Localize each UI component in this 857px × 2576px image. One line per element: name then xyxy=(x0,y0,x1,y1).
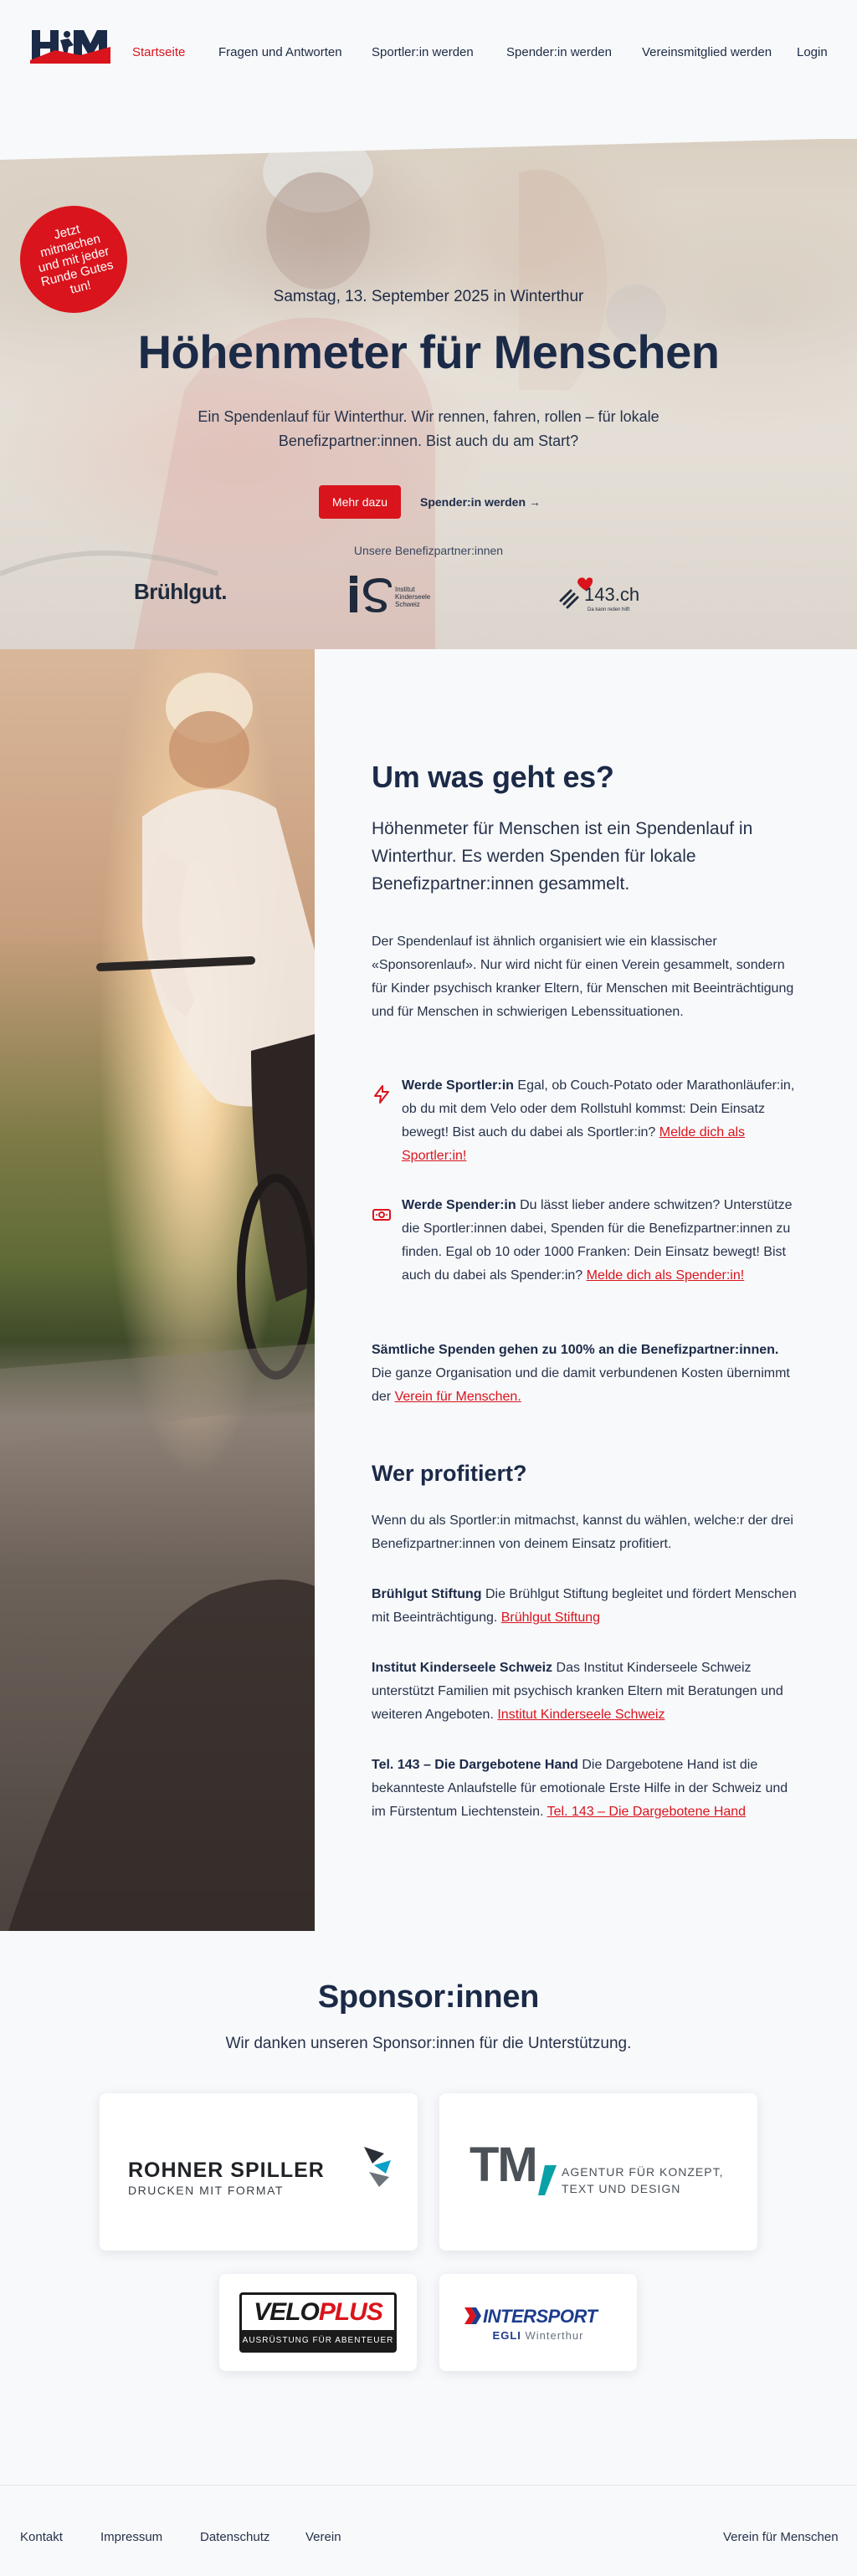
all-donations-note: Sämtliche Spenden gehen zu 100% an die B… xyxy=(372,1339,798,1409)
hero-section: Jetzt mitmachen und mit jeder Runde Gute… xyxy=(0,139,857,649)
hero-subtitle: Ein Spendenlauf für Winterthur. Wir renn… xyxy=(198,408,659,449)
banknote-icon xyxy=(372,1209,391,1221)
kinderseele-link[interactable]: Institut Kinderseele Schweiz xyxy=(497,1708,665,1722)
hero-top-edge xyxy=(0,139,824,160)
feature-athlete: Werde Sportler:in Egal, ob Couch-Potato … xyxy=(402,1074,798,1168)
partner-name: Institut Kinderseele Schweiz xyxy=(372,1661,553,1675)
donor-signup-link[interactable]: Melde dich als Spender:in! xyxy=(587,1268,745,1283)
dargebotene-hand-logo[interactable]: 143.ch Da kann reden hilft xyxy=(559,572,643,616)
intersport-location: EGLI Winterthur xyxy=(439,2329,637,2342)
feature-athlete-title: Werde Sportler:in xyxy=(402,1078,514,1093)
rohner-name: ROHNER SPILLER xyxy=(128,2159,325,2182)
nav-faq[interactable]: Fragen und Antworten xyxy=(218,45,342,59)
kinderseele-mark-icon xyxy=(350,576,392,612)
intersport-egli: EGLI xyxy=(492,2329,521,2342)
kinderseele-logo[interactable]: Institut Kinderseele Schweiz xyxy=(348,572,442,616)
profit-title: Wer profitiert? xyxy=(372,1461,527,1486)
spender-werden-link[interactable]: Spender:in werden → xyxy=(420,485,541,519)
nav-startseite[interactable]: Startseite xyxy=(132,45,185,59)
profit-partner-bruehlgut: Brühlgut Stiftung Die Brühlgut Stiftung … xyxy=(372,1583,798,1630)
lightning-icon xyxy=(374,1085,389,1104)
sponsor-card-tm[interactable]: TM AGENTUR FÜR KONZEPT, TEXT UND DESIGN xyxy=(439,2093,757,2251)
footer-impressum[interactable]: Impressum xyxy=(100,2530,162,2544)
footer-divider xyxy=(0,2485,857,2486)
sponsor-card-veloplus[interactable]: VELOPLUS AUSRÜSTUNG FÜR ABENTEUER xyxy=(219,2274,417,2371)
cyclist-photo xyxy=(0,649,315,1931)
partner-name: Tel. 143 – Die Dargebotene Hand xyxy=(372,1758,578,1772)
tm-mark: TM xyxy=(470,2138,538,2192)
intersport-chevron-icon xyxy=(464,2307,481,2324)
nav-sportler[interactable]: Sportler:in werden xyxy=(372,45,474,59)
sponsor-card-intersport[interactable]: INTERSPORT EGLI Winterthur xyxy=(439,2274,637,2371)
tm-line-1: AGENTUR FÜR KONZEPT, xyxy=(562,2165,724,2179)
dargebotene-hand-link[interactable]: Tel. 143 – Die Dargebotene Hand xyxy=(547,1805,747,1819)
mehr-dazu-button[interactable]: Mehr dazu xyxy=(319,485,401,519)
about-intro: Der Spendenlauf ist ähnlich organisiert … xyxy=(372,935,794,1019)
nav-vereinsmitglied[interactable]: Vereinsmitglied werden xyxy=(642,45,772,59)
about-title: Um was geht es? xyxy=(372,760,614,794)
sponsors-title: Sponsor:innen xyxy=(317,1979,540,2015)
rohner-tagline: DRUCKEN MIT FORMAT xyxy=(128,2184,284,2197)
profit-partner-kinderseele: Institut Kinderseele Schweiz Das Institu… xyxy=(372,1657,798,1727)
veloplus-plus: PLUS xyxy=(318,2298,383,2326)
tm-comma-icon xyxy=(538,2165,557,2195)
intersport-city: Winterthur xyxy=(521,2329,584,2342)
veloplus-frame: VELOPLUS AUSRÜSTUNG FÜR ABENTEUER xyxy=(239,2292,397,2353)
bruehlgut-link[interactable]: Brühlgut Stiftung xyxy=(501,1611,600,1625)
rohner-mark-icon xyxy=(364,2147,391,2187)
footer-datenschutz[interactable]: Datenschutz xyxy=(200,2530,269,2544)
veloplus-velo: VELO xyxy=(254,2298,320,2326)
feature-donor: Werde Spender:in Du lässt lieber andere … xyxy=(402,1194,798,1288)
event-date: Samstag, 13. September 2025 in Winterthu… xyxy=(273,288,584,305)
profit-intro: Wenn du als Sportler:in mitmachst, kanns… xyxy=(372,1513,793,1551)
bruehlgut-logo[interactable]: Brühlgut. xyxy=(134,579,228,605)
sponsor-card-rohner-spiller[interactable]: ROHNER SPILLER DRUCKEN MIT FORMAT xyxy=(100,2093,418,2251)
nav-spender[interactable]: Spender:in werden xyxy=(506,45,612,59)
all-donations-title: Sämtliche Spenden gehen zu 100% an die B… xyxy=(372,1343,779,1357)
hero-title: Höhenmeter für Menschen xyxy=(137,325,720,378)
veloplus-wordmark: VELOPLUS xyxy=(242,2298,394,2327)
verein-link[interactable]: Verein für Menschen. xyxy=(395,1390,521,1404)
footer-verein[interactable]: Verein xyxy=(305,2530,341,2544)
tm-text: AGENTUR FÜR KONZEPT, TEXT UND DESIGN xyxy=(562,2164,723,2197)
kinderseele-text: Institut Kinderseele Schweiz xyxy=(395,586,431,608)
profit-partner-143: Tel. 143 – Die Dargebotene Hand Die Darg… xyxy=(372,1754,798,1824)
dh-number: 143.ch xyxy=(584,584,640,605)
main-nav: Startseite Fragen und Antworten Sportler… xyxy=(0,45,857,62)
partner-name: Brühlgut Stiftung xyxy=(372,1587,482,1601)
veloplus-tagline: AUSRÜSTUNG FÜR ABENTEUER xyxy=(242,2330,394,2350)
sponsors-subtitle: Wir danken unseren Sponsor:innen für die… xyxy=(225,2035,632,2052)
dh-subtitle: Da kann reden hilft xyxy=(588,607,630,612)
about-lead: Höhenmeter für Menschen ist ein Spendenl… xyxy=(372,819,753,894)
intersport-name: INTERSPORT xyxy=(483,2306,598,2327)
site-header: Startseite Fragen und Antworten Sportler… xyxy=(0,0,857,109)
feature-donor-title: Werde Spender:in xyxy=(402,1198,516,1212)
footer-kontakt[interactable]: Kontakt xyxy=(20,2530,63,2544)
tm-line-2: TEXT UND DESIGN xyxy=(562,2182,681,2195)
nav-login[interactable]: Login xyxy=(797,45,828,59)
partners-label: Unsere Benefizpartner:innen xyxy=(353,544,504,557)
footer-verein-fuer-menschen[interactable]: Verein für Menschen xyxy=(723,2530,839,2544)
